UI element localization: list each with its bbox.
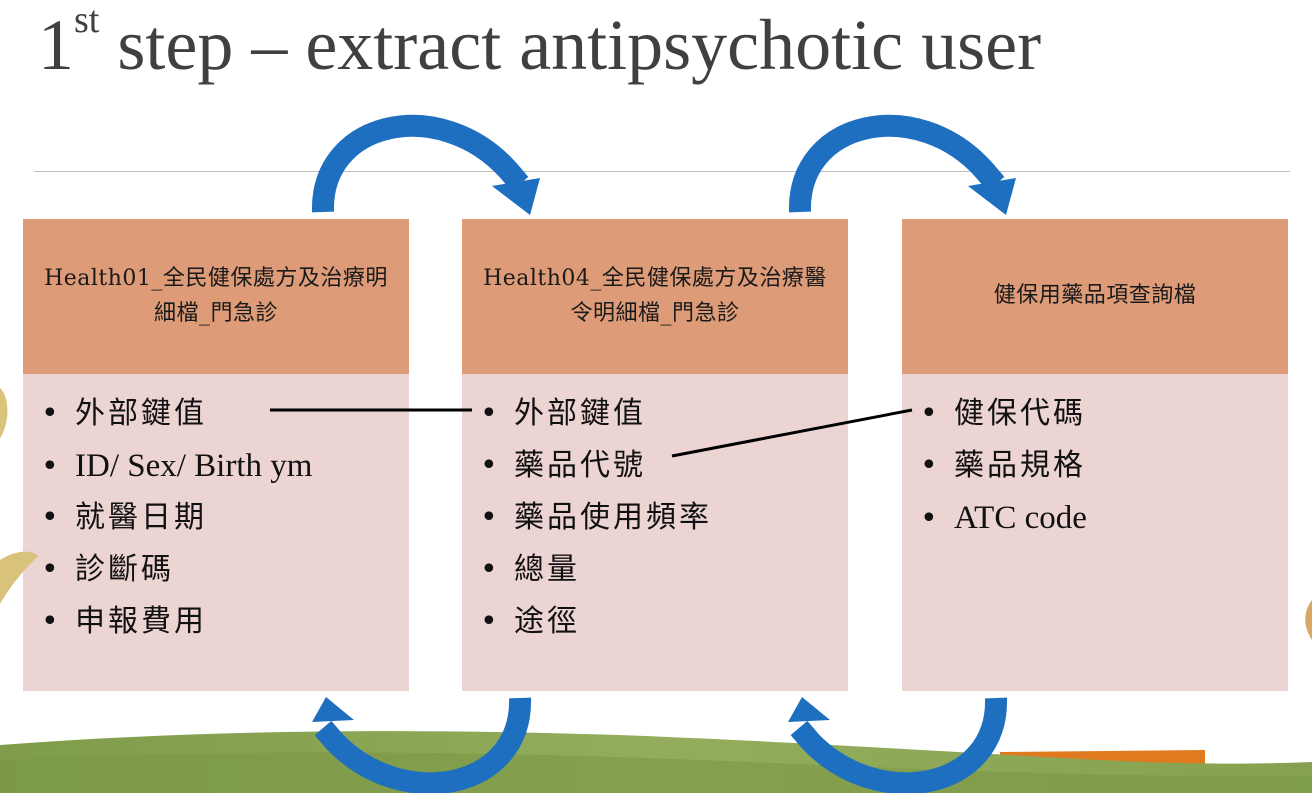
box-body-health04: • 外部鍵值 • 藥品代號 • 藥品使用頻率 • 總量 • 途徑 (462, 374, 848, 691)
box-header-health04: Health04_全民健保處方及治療醫令明細檔_門急診 (462, 219, 848, 374)
bullet-icon: • (920, 448, 938, 483)
field-item: • ATC code (920, 492, 1288, 544)
field-item: • ID/ Sex/ Birth ym (41, 440, 409, 492)
decorative-ground (0, 731, 1312, 793)
field-item: • 外部鍵值 (41, 388, 409, 440)
bullet-icon: • (41, 604, 59, 639)
field-item: • 總量 (480, 544, 848, 596)
curved-arrow-icon (312, 697, 532, 793)
field-label: 申報費用 (75, 604, 207, 639)
field-item: • 途徑 (480, 596, 848, 648)
field-label: 藥品代號 (514, 448, 646, 483)
bullet-icon: • (920, 501, 938, 536)
field-item: • 外部鍵值 (480, 388, 848, 440)
bullet-icon: • (480, 500, 498, 535)
field-item: • 藥品代號 (480, 440, 848, 492)
bullet-icon: • (920, 396, 938, 431)
bullet-icon: • (41, 500, 59, 535)
bullet-icon: • (480, 448, 498, 483)
field-label: 外部鍵值 (75, 396, 207, 431)
field-item: • 診斷碼 (41, 544, 409, 596)
field-label: 途徑 (514, 604, 580, 639)
field-label: ATC code (954, 500, 1087, 536)
title-superscript: st (74, 0, 100, 41)
table-box-health04: Health04_全民健保處方及治療醫令明細檔_門急診 • 外部鍵值 • 藥品代號 … (462, 219, 848, 691)
field-label: 就醫日期 (75, 500, 207, 535)
table-box-health01: Health01_全民健保處方及治療明細檔_門急診 • 外部鍵值 • ID/ Sex… (23, 219, 409, 691)
bullet-icon: • (41, 552, 59, 587)
field-label: 健保代碼 (954, 396, 1086, 431)
bullet-icon: • (480, 552, 498, 587)
table-box-nhi-drug: 健保用藥品項查詢檔 • 健保代碼 • 藥品規格 • ATC code (902, 219, 1288, 691)
field-label: ID/ Sex/ Birth ym (75, 448, 313, 484)
field-item: • 藥品規格 (920, 440, 1288, 492)
bullet-icon: • (41, 449, 59, 484)
slide-title: 1st step – extract antipsychotic user (38, 0, 1042, 85)
bullet-icon: • (480, 396, 498, 431)
box-body-health01: • 外部鍵值 • ID/ Sex/ Birth ym • 就醫日期 • 診斷碼 • 申報費… (23, 374, 409, 691)
field-label: 總量 (514, 552, 580, 587)
field-label: 診斷碼 (75, 552, 174, 587)
field-item: • 健保代碼 (920, 388, 1288, 440)
field-item: • 申報費用 (41, 596, 409, 648)
bullet-icon: • (480, 604, 498, 639)
field-label: 外部鍵值 (514, 396, 646, 431)
field-item: • 藥品使用頻率 (480, 492, 848, 544)
box-header-nhi-drug: 健保用藥品項查詢檔 (902, 219, 1288, 374)
bullet-icon: • (41, 396, 59, 431)
title-text: step – extract antipsychotic user (117, 5, 1042, 85)
field-item: • 就醫日期 (41, 492, 409, 544)
box-body-nhi-drug: • 健保代碼 • 藥品規格 • ATC code (902, 374, 1288, 691)
curved-arrow-icon (788, 697, 1008, 793)
field-label: 藥品規格 (954, 448, 1086, 483)
field-label: 藥品使用頻率 (514, 500, 712, 535)
title-divider (34, 171, 1290, 172)
title-prefix: 1 (38, 5, 74, 85)
box-header-health01: Health01_全民健保處方及治療明細檔_門急診 (23, 219, 409, 374)
